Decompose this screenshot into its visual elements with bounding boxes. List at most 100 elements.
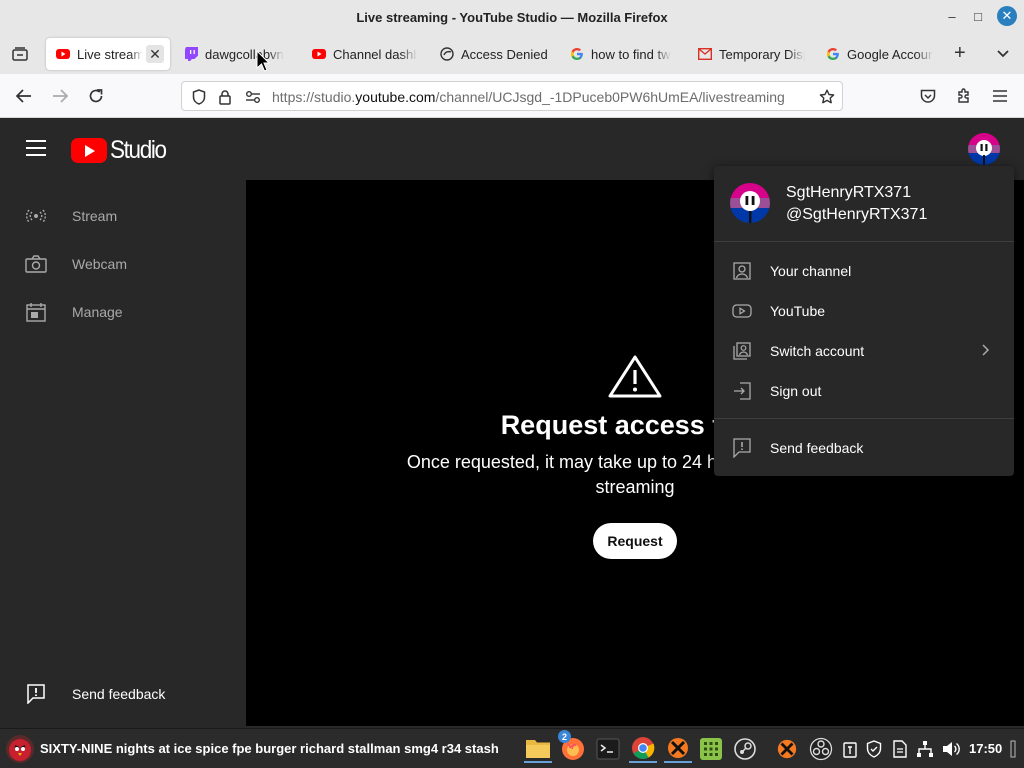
youtube-icon <box>312 47 326 61</box>
menu-item-label: Switch account <box>770 343 865 359</box>
sidebar-item-manage[interactable]: Manage <box>0 288 246 336</box>
account-menu: SgtHenryRTX371 @SgtHenryRTX371 Your chan… <box>714 166 1014 476</box>
url-bar[interactable]: https://studio.youtube.com/channel/UCJsg… <box>181 81 843 111</box>
tab-google-account[interactable]: Google Account <box>826 38 936 70</box>
close-tab-icon[interactable]: ✕ <box>146 45 164 63</box>
permissions-icon[interactable] <box>244 88 262 106</box>
url-domain: youtube.com <box>355 89 436 105</box>
taskbar-window-title[interactable]: SIXTY-NINE nights at ice spice fpe burge… <box>40 741 499 756</box>
lock-icon[interactable] <box>216 88 234 106</box>
sign-out-icon <box>732 381 752 401</box>
shield-icon[interactable] <box>190 88 208 106</box>
volume-icon[interactable] <box>941 739 961 759</box>
tab-dawgcollabvn[interactable]: dawgcollabvn <box>184 38 290 70</box>
calculator-icon[interactable] <box>697 735 725 763</box>
new-tab-button[interactable]: + <box>954 43 966 63</box>
terminal-icon[interactable] <box>594 735 622 763</box>
folder-icon[interactable] <box>524 735 552 763</box>
person-icon <box>732 261 752 281</box>
notification-badge: 2 <box>558 730 571 743</box>
menu-item-youtube[interactable]: YouTube <box>714 291 1014 331</box>
sidebar-item-stream[interactable]: Stream <box>0 192 246 240</box>
camera-icon <box>24 252 48 276</box>
pocket-icon[interactable] <box>916 84 940 108</box>
youtube-outline-icon <box>732 301 752 321</box>
network-icon[interactable] <box>915 739 935 759</box>
sidebar-item-label: Manage <box>72 304 123 320</box>
angry-bird-app-icon[interactable] <box>6 735 34 763</box>
minimize-button[interactable]: – <box>944 6 960 26</box>
warning-icon <box>608 354 662 403</box>
extensions-icon[interactable] <box>952 84 976 108</box>
tab-label: how to find tw <box>591 46 671 62</box>
tab-label: Channel dashboard <box>333 46 417 62</box>
sidebar-item-webcam[interactable]: Webcam <box>0 240 246 288</box>
tab-live-streaming[interactable]: Live streaming ✕ <box>46 38 170 70</box>
xorg-icon[interactable] <box>664 735 692 763</box>
menu-icon[interactable] <box>988 84 1012 108</box>
tab-list-icon[interactable] <box>8 42 32 66</box>
tab-access-denied[interactable]: Access Denied <box>440 38 552 70</box>
back-icon[interactable] <box>12 84 36 108</box>
bookmark-star-icon[interactable] <box>818 88 836 106</box>
account-name: SgtHenryRTX371 <box>786 184 912 201</box>
request-button[interactable]: Request <box>593 523 677 559</box>
navigation-bar: https://studio.youtube.com/channel/UCJsg… <box>0 74 1024 118</box>
tab-label: Google Account <box>847 46 933 62</box>
hamburger-menu-icon[interactable] <box>26 140 46 156</box>
avatar[interactable] <box>968 133 1000 165</box>
menu-item-your-channel[interactable]: Your channel <box>714 251 1014 291</box>
google-icon <box>570 47 584 61</box>
maximize-button[interactable]: □ <box>970 6 986 26</box>
show-desktop-button[interactable] <box>1008 739 1018 759</box>
window-title: Live streaming - YouTube Studio — Mozill… <box>356 9 668 25</box>
menu-item-switch-account[interactable]: Switch account <box>714 331 1014 371</box>
tab-label: dawgcollabvn <box>205 46 284 62</box>
logo-text: Studio <box>110 136 167 164</box>
url-path: /channel/UCJsgd_-1DPuceb0PW6hUmEA/livest… <box>435 89 785 105</box>
tab-label: Access Denied <box>461 46 548 62</box>
obs-icon[interactable] <box>807 735 835 763</box>
tab-how-to-find[interactable]: how to find tw <box>570 38 680 70</box>
clipboard-icon[interactable] <box>840 739 860 759</box>
steam-icon[interactable] <box>731 735 759 763</box>
google-icon <box>826 47 840 61</box>
taskbar: SIXTY-NINE nights at ice spice fpe burge… <box>0 728 1024 768</box>
clock[interactable]: 17:50 <box>969 741 1002 756</box>
menu-item-label: YouTube <box>770 303 826 319</box>
menu-item-label: Your channel <box>770 263 852 279</box>
twitch-icon <box>184 47 198 61</box>
forward-icon[interactable] <box>48 84 72 108</box>
studio-logo[interactable]: Studio <box>71 136 172 165</box>
tab-bar: Live streaming ✕ dawgcollabvn Channel da… <box>0 34 1024 74</box>
sidebar-item-label: Send feedback <box>72 686 166 702</box>
shield-tray-icon[interactable] <box>864 739 884 759</box>
sidebar-send-feedback[interactable]: Send feedback <box>0 670 246 718</box>
switch-account-icon <box>732 341 752 361</box>
url-prefix: https://studio. <box>272 89 356 105</box>
document-icon[interactable] <box>890 739 910 759</box>
youtube-logo-icon <box>71 138 107 163</box>
tab-label: Temporary Disposable <box>719 46 805 62</box>
reload-icon[interactable] <box>84 84 108 108</box>
chevron-down-icon[interactable] <box>996 46 1010 64</box>
menu-item-label: Send feedback <box>770 440 864 456</box>
menu-item-sign-out[interactable]: Sign out <box>714 371 1014 411</box>
broadcast-icon <box>24 204 48 228</box>
tab-channel-dashboard[interactable]: Channel dashboard <box>312 38 420 70</box>
chrome-icon[interactable] <box>629 735 657 763</box>
close-window-button[interactable]: ✕ <box>997 6 1017 26</box>
sidebar: Stream Webcam Manage Send feedback <box>0 180 246 726</box>
sidebar-item-label: Stream <box>72 208 118 224</box>
account-handle: @SgtHenryRTX371 <box>786 206 928 223</box>
menu-item-send-feedback[interactable]: Send feedback <box>714 428 1014 468</box>
account-header: SgtHenryRTX371 @SgtHenryRTX371 <box>714 166 1014 242</box>
xorg-tray-icon[interactable] <box>773 735 801 763</box>
mouse-cursor-icon <box>256 49 271 77</box>
avatar <box>730 183 770 223</box>
chevron-right-icon <box>980 343 990 362</box>
feedback-icon <box>24 682 48 706</box>
tab-temporary-disposable[interactable]: Temporary Disposable <box>698 38 808 70</box>
mail-icon <box>698 47 712 61</box>
url-text[interactable]: https://studio.youtube.com/channel/UCJsg… <box>272 89 785 105</box>
